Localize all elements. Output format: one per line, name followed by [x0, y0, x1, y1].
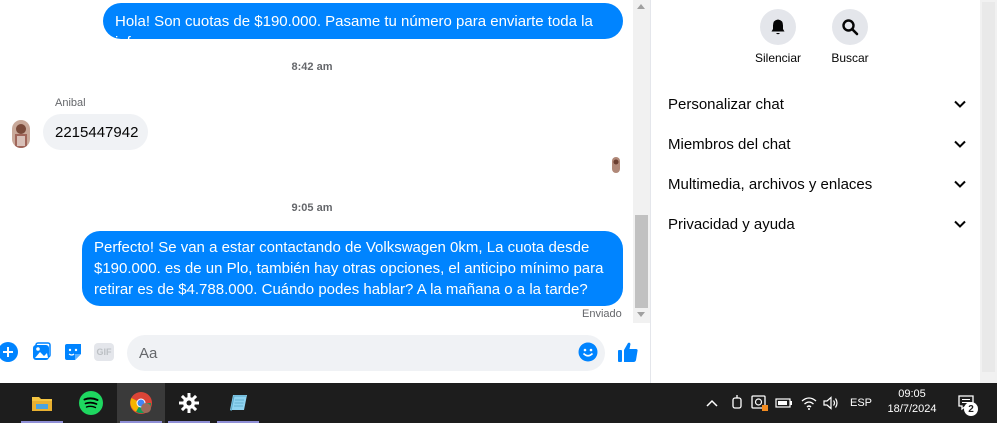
message-outgoing[interactable]: Hola! Son cuotas de $190.000. Pasame tu …: [103, 3, 623, 51]
timestamp: 9:05 am: [291, 202, 333, 214]
sender-name: Anibal: [55, 97, 86, 109]
section-label: Privacidad y ayuda: [668, 215, 795, 233]
scroll-thumb[interactable]: [982, 2, 995, 372]
search-label: Buscar: [831, 51, 869, 65]
spotify-icon: [79, 391, 103, 415]
file-explorer-icon: [32, 397, 52, 411]
like-icon[interactable]: [617, 341, 639, 363]
clock-date: 18/7/2024: [887, 403, 937, 415]
message-composer: GIF: [0, 323, 650, 383]
read-receipt-avatar: [612, 157, 620, 173]
sticker-icon[interactable]: [62, 341, 84, 363]
message-input[interactable]: [127, 335, 605, 371]
system-clock[interactable]: 09:05 18/7/2024: [880, 387, 944, 417]
settings-icon: [179, 393, 199, 413]
avatar[interactable]: [12, 120, 30, 148]
message-line: retirar es de $4.788.000. Cuándo podes h…: [94, 281, 588, 298]
taskbar-file-explorer[interactable]: [18, 383, 66, 423]
section-label: Miembros del chat: [668, 135, 791, 153]
mute-action[interactable]: Silenciar: [743, 9, 813, 65]
scroll-thumb[interactable]: [635, 215, 648, 308]
section-label: Personalizar chat: [668, 95, 784, 113]
taskbar-chrome[interactable]: [117, 383, 165, 423]
notepad-icon: [230, 395, 247, 412]
taskbar-spotify[interactable]: [67, 383, 115, 423]
section-privacy-help[interactable]: Privacidad y ayuda: [668, 204, 966, 244]
chrome-icon: [130, 392, 152, 414]
volume-icon[interactable]: [820, 383, 842, 423]
search-action[interactable]: Buscar: [815, 9, 885, 65]
read-receipt-icon: [612, 157, 620, 173]
taskbar-settings[interactable]: [165, 383, 213, 423]
scroll-down-icon[interactable]: [637, 312, 645, 317]
notification-center-icon[interactable]: 2: [954, 383, 980, 423]
gif-icon[interactable]: GIF: [93, 341, 115, 363]
message-incoming[interactable]: 2215447942: [43, 114, 148, 150]
chevron-down-icon: [954, 100, 966, 108]
language-indicator[interactable]: ESP: [846, 383, 876, 423]
clock-time: 09:05: [898, 388, 926, 400]
section-customize-chat[interactable]: Personalizar chat: [668, 84, 966, 124]
gif-label: GIF: [94, 343, 114, 361]
search-icon[interactable]: [832, 9, 868, 45]
battery-icon[interactable]: [773, 383, 795, 423]
avatar-image-icon: [12, 120, 30, 148]
message-text: 2215447942: [55, 124, 139, 141]
chat-scrollbar[interactable]: [633, 0, 650, 323]
section-label: Multimedia, archivos y enlaces: [668, 175, 873, 193]
show-hidden-icons-icon[interactable]: [702, 383, 722, 423]
notification-count-badge: 2: [964, 402, 978, 416]
timestamp: 8:42 am: [291, 61, 333, 73]
remote-app-icon[interactable]: [749, 383, 771, 423]
plus-icon[interactable]: [0, 341, 19, 363]
emoji-icon[interactable]: [577, 341, 599, 363]
section-media-files-links[interactable]: Multimedia, archivos y enlaces: [668, 164, 966, 204]
message-status: Enviado: [582, 308, 622, 320]
mute-label: Silenciar: [754, 51, 802, 65]
bell-icon[interactable]: [760, 9, 796, 45]
chat-info-panel: Silenciar Buscar Personalizar chat Miemb…: [651, 0, 997, 383]
wifi-icon[interactable]: [798, 383, 820, 423]
message-line: $190.000. es de un Plo, también hay otra…: [94, 260, 604, 277]
section-chat-members[interactable]: Miembros del chat: [668, 124, 966, 164]
windows-taskbar: ESP 09:05 18/7/2024 2: [0, 383, 997, 423]
message-outgoing[interactable]: Perfecto! Se van a estar contactando de …: [82, 231, 623, 306]
meet-now-icon[interactable]: [726, 383, 748, 423]
chevron-down-icon: [954, 140, 966, 148]
scroll-up-icon[interactable]: [637, 4, 645, 9]
panel-scrollbar[interactable]: [980, 0, 997, 383]
messenger-window: Hola! Son cuotas de $190.000. Pasame tu …: [0, 0, 997, 383]
chevron-down-icon: [954, 220, 966, 228]
chevron-down-icon: [954, 180, 966, 188]
message-line: Perfecto! Se van a estar contactando de …: [94, 239, 590, 256]
taskbar-notepad[interactable]: [214, 383, 262, 423]
photo-icon[interactable]: [30, 341, 52, 363]
message-text: Hola! Son cuotas de $190.000. Pasame tu …: [115, 13, 593, 51]
